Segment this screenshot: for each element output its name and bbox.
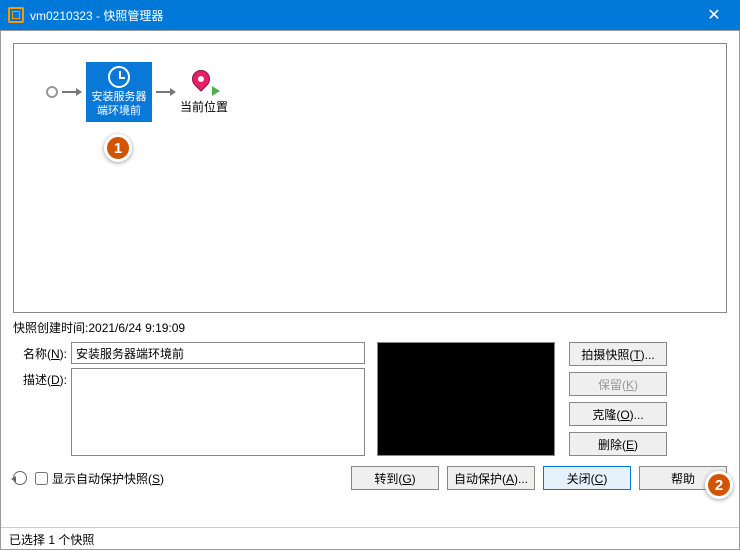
restore-icon <box>13 471 27 485</box>
current-position-node[interactable]: 当前位置 <box>180 70 228 115</box>
arrow-icon <box>62 88 82 96</box>
annotation-callout-2: 2 <box>705 471 733 499</box>
snapshot-preview-image <box>377 342 555 456</box>
show-auto-protect-input[interactable] <box>35 472 48 485</box>
close-button[interactable]: 关闭(C) <box>543 466 631 490</box>
name-field-label: 名称(N): <box>13 342 67 362</box>
title-bar: vm0210323 - 快照管理器 ✕ <box>0 0 740 30</box>
clock-icon <box>108 66 130 88</box>
created-time-line: 快照创建时间:2021/6/24 9:19:09 <box>13 319 727 336</box>
snapshot-tree-area[interactable]: 安装服务器 端环境前 当前位置 1 <box>13 43 727 313</box>
window-title: vm0210323 - 快照管理器 <box>30 7 163 24</box>
delete-button[interactable]: 删除(E) <box>569 432 667 456</box>
snapshot-label: 端环境前 <box>97 105 141 117</box>
description-field[interactable] <box>71 368 365 456</box>
vm-root-icon <box>46 86 58 98</box>
clone-button[interactable]: 克隆(O)... <box>569 402 667 426</box>
goto-button[interactable]: 转到(G) <box>351 466 439 490</box>
close-window-button[interactable]: ✕ <box>696 5 732 25</box>
auto-protect-button[interactable]: 自动保护(A)... <box>447 466 535 490</box>
description-field-label: 描述(D): <box>13 368 67 388</box>
take-snapshot-button[interactable]: 拍摄快照(T)... <box>569 342 667 366</box>
snapshot-node-selected[interactable]: 安装服务器 端环境前 <box>86 62 152 122</box>
show-auto-protect-checkbox[interactable]: 显示自动保护快照(S) <box>35 470 164 487</box>
current-label: 当前位置 <box>180 100 228 114</box>
annotation-callout-1: 1 <box>104 134 132 162</box>
name-field[interactable] <box>71 342 365 364</box>
status-bar: 已选择 1 个快照 <box>1 527 739 549</box>
snapshot-label: 安装服务器 <box>92 91 147 103</box>
keep-button: 保留(K) <box>569 372 667 396</box>
you-are-here-icon <box>192 70 216 94</box>
arrow-icon <box>156 88 176 96</box>
vmware-logo-icon <box>8 7 24 23</box>
